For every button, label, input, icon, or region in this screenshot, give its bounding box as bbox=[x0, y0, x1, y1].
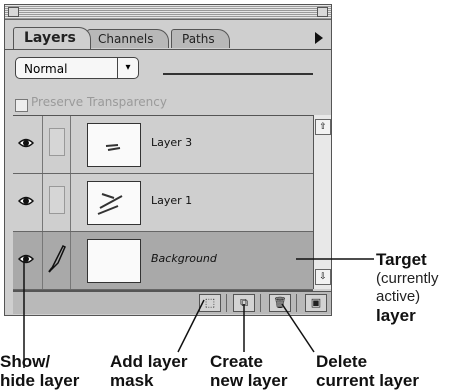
show-hide-label-2: hide layer bbox=[0, 371, 80, 390]
add-mask-label: Add layer bbox=[110, 352, 188, 371]
show-hide-label: Show/ bbox=[0, 352, 51, 371]
tab-layers[interactable]: Layers bbox=[13, 27, 91, 49]
callout-lines bbox=[23, 258, 374, 368]
target-label: Target bbox=[376, 250, 427, 269]
create-layer-label-2: new layer bbox=[210, 371, 288, 390]
target-detail-1: (currently bbox=[376, 270, 439, 287]
delete-layer-label: Delete bbox=[316, 352, 368, 371]
delete-layer-label-2: current layer bbox=[316, 371, 419, 390]
create-layer-label: Create bbox=[210, 352, 263, 371]
target-layer-word: layer bbox=[376, 306, 416, 325]
target-detail-2: active) bbox=[376, 288, 421, 305]
add-mask-label-2: mask bbox=[110, 371, 154, 390]
